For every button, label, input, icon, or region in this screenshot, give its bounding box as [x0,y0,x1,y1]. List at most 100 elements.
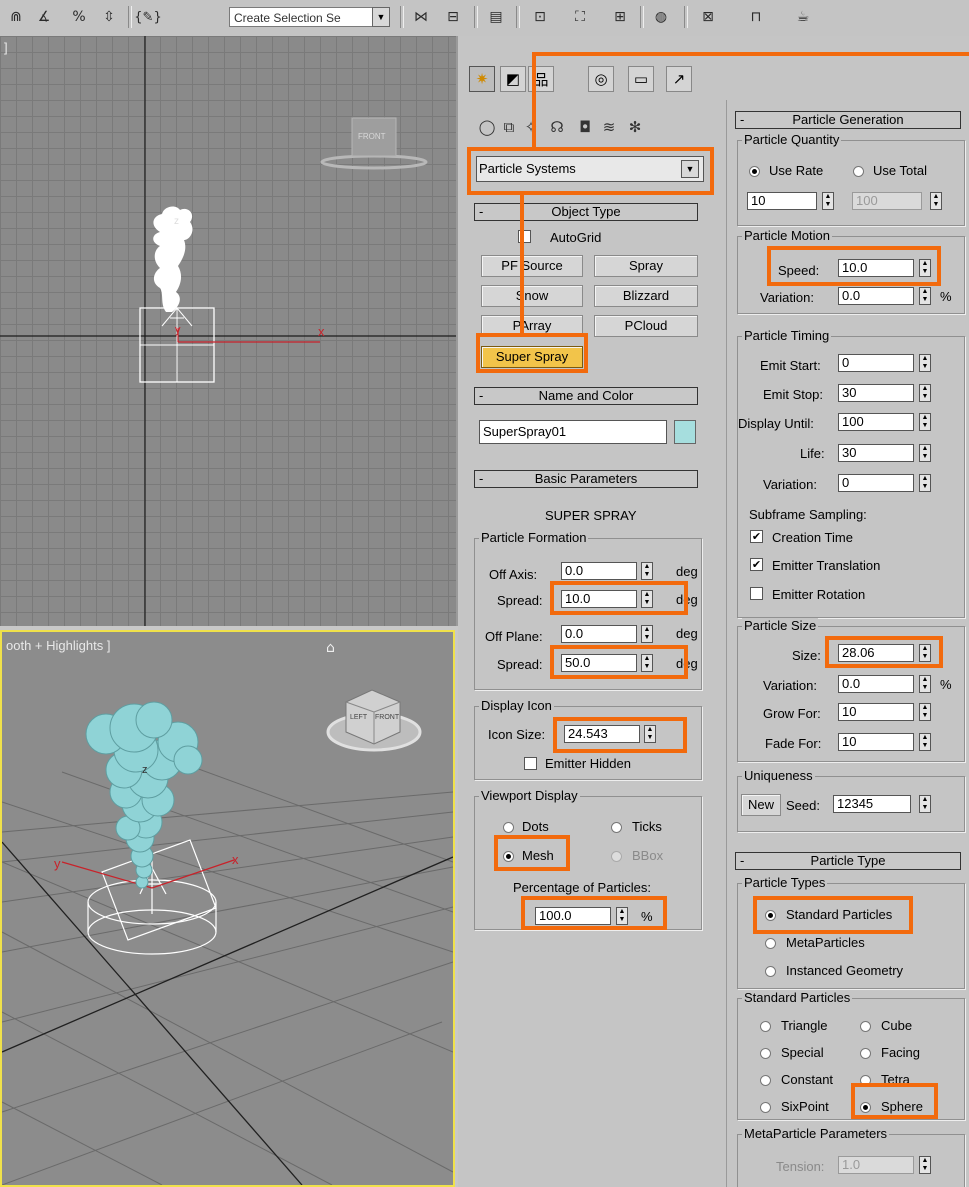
shapes-icon[interactable]: ⧉ [498,116,520,138]
super-spray-button[interactable]: Super Spray [481,346,583,368]
triangle-radio[interactable] [760,1021,771,1032]
viewcube-front-face[interactable]: FRONT [375,714,399,721]
spinner-arrows-icon[interactable]: ▲ ▼ [919,287,931,305]
metaparticles-radio[interactable] [765,938,776,949]
spinner-arrows-icon[interactable]: ▲ ▼ [919,644,931,662]
creation-time-checkbox[interactable]: ✔ [750,530,763,543]
spinner-field[interactable]: 10 [838,733,914,751]
spinner-field[interactable]: 0 [838,474,914,492]
emitter-rotation-checkbox[interactable] [750,587,763,600]
spinner-arrows-icon[interactable]: ▲ ▼ [919,413,931,431]
special-radio[interactable] [760,1048,771,1059]
ticks-radio[interactable] [611,822,622,833]
selection-set-dropdown-button[interactable]: ▼ [372,7,390,27]
viewcube-label[interactable]: FRONT [358,132,386,141]
spinner-field[interactable]: 0.0 [561,562,637,580]
standard-particles-radio[interactable] [765,910,776,921]
instanced-geometry-radio[interactable] [765,966,776,977]
material-editor-icon[interactable]: ◍ [646,6,676,28]
create-tab[interactable]: ✷ [469,66,495,92]
named-selection-edit-icon[interactable]: {✎} [134,6,162,28]
spinner-arrows-icon[interactable]: ▲ ▼ [616,907,628,925]
percent-snap-icon[interactable]: % [66,6,92,28]
pcloud-button[interactable]: PCloud [594,315,698,337]
spinner-field[interactable]: 0 [838,354,914,372]
magnet-snap-icon[interactable]: ⋒ [6,6,26,28]
motion-tab[interactable]: ◎ [588,66,614,92]
render-setup-icon[interactable]: ⊠ [694,6,722,28]
blizzard-button[interactable]: Blizzard [594,285,698,307]
spinner-snap-icon[interactable]: ⇳ [96,6,122,28]
spinner-field[interactable]: 100 [838,413,914,431]
use-rate-radio[interactable] [749,166,760,177]
emitter-translation-checkbox[interactable]: ✔ [750,558,763,571]
rendered-frame-icon[interactable]: ⊓ [742,6,770,28]
sphere-radio[interactable] [860,1102,871,1113]
facing-radio[interactable] [860,1048,871,1059]
particle-generation-rollout-header[interactable]: - Particle Generation [735,111,961,129]
spinner-arrows-icon[interactable]: ▲ ▼ [919,444,931,462]
graphite-tools-icon[interactable]: ⊡ [526,6,554,28]
spinner-arrows-icon[interactable]: ▲ ▼ [930,192,942,210]
spinner-field[interactable]: 0.0 [838,675,914,693]
spinner-field[interactable]: 24.543 [564,725,640,743]
name-color-rollout-header[interactable]: - Name and Color [474,387,698,405]
object-type-rollout-header[interactable]: - Object Type [474,203,698,221]
constant-radio[interactable] [760,1075,771,1086]
helpers-icon[interactable]: ◘ [574,116,596,138]
spinner-arrows-icon[interactable]: ▲ ▼ [919,384,931,402]
spinner-field[interactable]: 0.0 [838,287,914,305]
perspective-viewport[interactable]: ooth + Highlights ] ⌂ FRONT LEFT x y z [0,630,455,1187]
front-viewport[interactable]: ] FRONT x y z [0,36,458,626]
curve-editor-icon[interactable]: ⛶ [566,6,594,28]
mesh-radio[interactable] [503,851,514,862]
spinner-arrows-icon[interactable]: ▲ ▼ [919,1156,931,1174]
bbox-radio[interactable] [611,851,622,862]
spinner-arrows-icon[interactable]: ▲ ▼ [641,562,653,580]
selection-set-field[interactable]: Create Selection Se [229,7,389,27]
spinner-field[interactable]: 10 [747,192,817,210]
modify-tab[interactable]: ◩ [500,66,526,92]
angle-snap-icon[interactable]: ∡ [30,6,58,28]
spinner-field[interactable]: 10 [838,703,914,721]
cube-radio[interactable] [860,1021,871,1032]
spinner-field[interactable]: 10.0 [838,259,914,277]
spinner-arrows-icon[interactable]: ▲ ▼ [644,725,656,743]
spinner-arrows-icon[interactable]: ▲ ▼ [641,590,653,608]
emitter-hidden-checkbox[interactable] [524,757,537,770]
spinner-arrows-icon[interactable]: ▲ ▼ [822,192,834,210]
display-tab[interactable]: ▭ [628,66,654,92]
pf-source-button[interactable]: PF Source [481,255,583,277]
spinner-field[interactable]: 0.0 [561,625,637,643]
spinner-arrows-icon[interactable]: ▲ ▼ [919,733,931,751]
space-warps-icon[interactable]: ≋ [598,116,620,138]
render-production-icon[interactable]: ☕ [788,6,818,28]
spinner-field[interactable]: 12345 [833,795,911,813]
spinner-arrows-icon[interactable]: ▲ ▼ [641,654,653,672]
spinner-field[interactable]: 28.06 [838,644,914,662]
mirror-icon[interactable]: ⋈ [408,6,434,28]
utilities-tab[interactable]: ↗ [666,66,692,92]
spinner-field[interactable]: 100 [852,192,922,210]
spinner-field[interactable]: 50.0 [561,654,637,672]
spinner-arrows-icon[interactable]: ▲ ▼ [919,259,931,277]
spinner-arrows-icon[interactable]: ▲ ▼ [919,703,931,721]
spinner-field[interactable]: 100.0 [535,907,611,925]
spinner-arrows-icon[interactable]: ▲ ▼ [919,795,931,813]
spinner-field[interactable]: 1.0 [838,1156,914,1174]
spinner-arrows-icon[interactable]: ▲ ▼ [641,625,653,643]
align-icon[interactable]: ⊟ [440,6,466,28]
schematic-view-icon[interactable]: ⊞ [606,6,634,28]
spinner-field[interactable]: 10.0 [561,590,637,608]
layer-manager-icon[interactable]: ▤ [482,6,510,28]
particle-type-rollout-header[interactable]: - Particle Type [735,852,961,870]
dots-radio[interactable] [503,822,514,833]
spray-button[interactable]: Spray [594,255,698,277]
spinner-field[interactable]: 30 [838,444,914,462]
spinner-arrows-icon[interactable]: ▲ ▼ [919,354,931,372]
new-seed-button[interactable]: New [741,794,781,816]
viewcube-left-face[interactable]: LEFT [350,714,367,721]
object-name-input[interactable]: SuperSpray01 [479,420,667,444]
tetra-radio[interactable] [860,1075,871,1086]
object-category-dropdown[interactable]: Particle Systems ▼ [476,156,704,182]
